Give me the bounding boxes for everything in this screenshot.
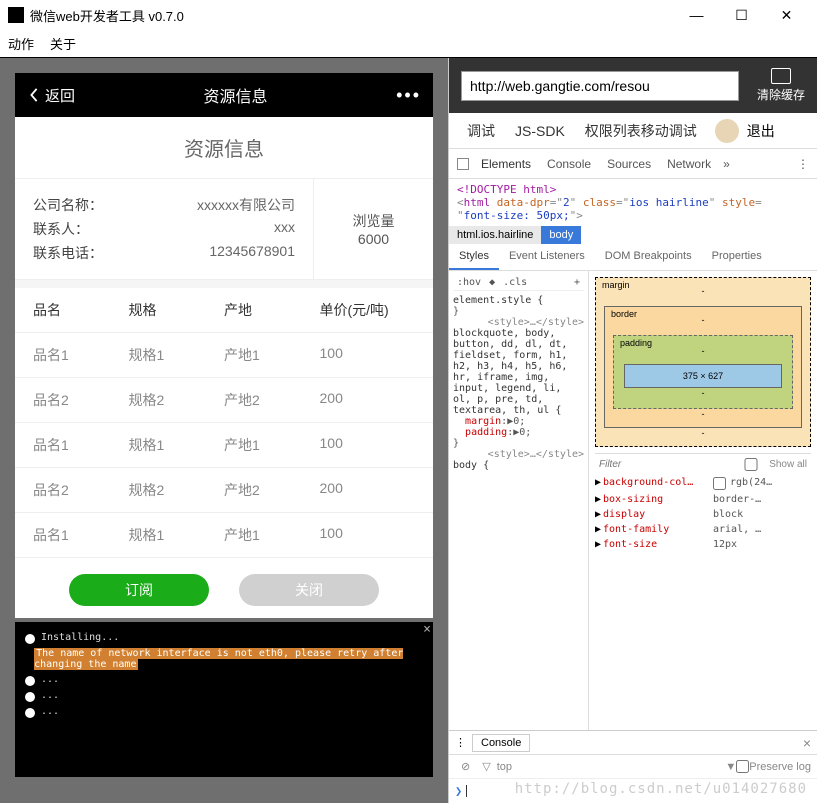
tab-debug[interactable]: 调试	[467, 121, 495, 141]
computed-list[interactable]: ▶background-col…rgb(24… ▶box-sizingborde…	[595, 475, 811, 552]
button-row: 订阅 关闭	[15, 558, 433, 618]
log-bullet-icon	[25, 692, 35, 702]
styles-rules[interactable]: :hov◆.cls+ element.style { } <style>…</s…	[449, 271, 589, 730]
panel-network[interactable]: Network	[667, 157, 711, 171]
menubar: 动作 关于	[0, 30, 817, 58]
company-label: 公司名称：	[33, 195, 111, 215]
log-bullet-icon	[25, 708, 35, 718]
info-box: 公司名称：xxxxxx有限公司 联系人：xxx 联系电话：12345678901…	[15, 178, 433, 280]
table-header: 品名 规格 产地 单价(元/吨)	[15, 288, 433, 333]
cache-icon	[771, 68, 791, 84]
menu-about[interactable]: 关于	[50, 34, 76, 53]
phone-label: 联系电话：	[33, 243, 111, 263]
table-row: 品名1规格1产地1100	[15, 423, 433, 468]
app-icon	[8, 7, 24, 23]
panel-sources[interactable]: Sources	[607, 157, 651, 171]
maximize-button[interactable]: ☐	[719, 0, 764, 30]
company-value: xxxxxx有限公司	[111, 195, 295, 215]
url-bar: 清除缓存	[449, 58, 817, 113]
price-table: 品名 规格 产地 单价(元/吨) 品名1规格1产地1100 品名2规格2产地22…	[15, 288, 433, 558]
log-bullet-icon	[25, 676, 35, 686]
panel-console[interactable]: Console	[547, 157, 591, 171]
devtool-tabs: 调试 JS-SDK 权限列表移动调试 退出	[449, 113, 817, 149]
avatar[interactable]	[715, 119, 739, 143]
contact-value: xxx	[111, 219, 295, 239]
console-close-icon[interactable]: ×	[423, 622, 431, 637]
tab-perm[interactable]: 权限列表	[585, 121, 641, 141]
tab-dom-breakpoints[interactable]: DOM Breakpoints	[595, 244, 702, 270]
watermark: http://blog.csdn.net/u014027680	[515, 781, 807, 797]
table-row: 品名2规格2产地2200	[15, 378, 433, 423]
phone-frame: 返回 资源信息 ••• 资源信息 公司名称：xxxxxx有限公司 联系人：xxx…	[15, 73, 433, 618]
exit-button[interactable]: 退出	[747, 121, 775, 141]
prop-checkbox[interactable]	[713, 477, 726, 490]
box-model[interactable]: margin- border- padding- 375 × 627 - - -	[595, 277, 811, 447]
close-phone-button[interactable]: 关闭	[239, 574, 379, 606]
clear-cache-button[interactable]: 清除缓存	[757, 68, 805, 103]
menu-action[interactable]: 动作	[8, 34, 34, 53]
tab-sdk[interactable]: JS-SDK	[515, 123, 565, 139]
table-row: 品名1规格1产地1100	[15, 513, 433, 558]
nav-title: 资源信息	[75, 83, 396, 107]
minimize-button[interactable]: —	[674, 0, 719, 30]
tab-mobile[interactable]: 移动调试	[641, 121, 697, 141]
log-error: The name of network interface is not eth…	[34, 648, 403, 670]
filter-icon[interactable]: ▽	[482, 760, 490, 773]
drawer-close-icon[interactable]: ×	[803, 735, 811, 751]
tab-properties[interactable]: Properties	[702, 244, 772, 270]
box-content: 375 × 627	[624, 364, 782, 388]
close-button[interactable]: ✕	[764, 0, 809, 30]
phone-navbar: 返回 资源信息 •••	[15, 73, 433, 117]
crumb-html[interactable]: html.ios.hairline	[449, 226, 541, 244]
drawer-tab-console[interactable]: Console	[472, 734, 530, 752]
panel-elements[interactable]: Elements	[481, 157, 531, 171]
table-row: 品名1规格1产地1100	[15, 333, 433, 378]
phone-value: 12345678901	[111, 243, 295, 263]
crumb-body[interactable]: body	[541, 226, 581, 244]
titlebar: 微信web开发者工具 v0.7.0 — ☐ ✕	[0, 0, 817, 30]
tab-styles[interactable]: Styles	[449, 244, 499, 270]
tab-event-listeners[interactable]: Event Listeners	[499, 244, 595, 270]
drawer-toggle-icon[interactable]: ⋮	[455, 736, 466, 749]
devtools-pane: 清除缓存 调试 JS-SDK 权限列表移动调试 退出 Elements Cons…	[448, 58, 817, 803]
panel-tabs: Elements Console Sources Network » ⋮	[449, 149, 817, 179]
more-icon[interactable]: •••	[396, 85, 421, 106]
more-vert-icon[interactable]: ⋮	[797, 157, 809, 171]
dom-tree[interactable]: <!DOCTYPE html> <html data-dpr="2" class…	[449, 179, 817, 226]
contact-label: 联系人：	[33, 219, 111, 239]
window-title: 微信web开发者工具 v0.7.0	[30, 6, 674, 25]
inspect-icon[interactable]	[457, 158, 469, 170]
computed-panel: margin- border- padding- 375 × 627 - - -…	[589, 271, 817, 730]
chevron-left-icon	[27, 88, 41, 102]
breadcrumb: html.ios.hairline body	[449, 226, 817, 244]
table-row: 品名2规格2产地2200	[15, 468, 433, 513]
style-tabs: Styles Event Listeners DOM Breakpoints P…	[449, 244, 817, 271]
phone-content: 资源信息 公司名称：xxxxxx有限公司 联系人：xxx 联系电话：123456…	[15, 117, 433, 618]
style-filter-input[interactable]	[599, 459, 733, 470]
show-all-checkbox[interactable]	[733, 458, 769, 471]
back-button[interactable]: 返回	[27, 85, 75, 106]
log-bullet-icon	[25, 634, 35, 644]
clear-console-icon[interactable]: ⊘	[461, 760, 470, 773]
simulator-console: × Installing... The name of network inte…	[15, 622, 433, 777]
page-title: 资源信息	[15, 117, 433, 178]
subscribe-button[interactable]: 订阅	[69, 574, 209, 606]
url-input[interactable]	[461, 71, 739, 101]
views-label: 浏览量	[353, 211, 395, 231]
chevron-right-icon[interactable]: »	[723, 157, 730, 171]
preserve-log-checkbox[interactable]	[736, 760, 749, 773]
simulator-pane: 返回 资源信息 ••• 资源信息 公司名称：xxxxxx有限公司 联系人：xxx…	[0, 58, 448, 803]
views-value: 6000	[358, 231, 389, 247]
